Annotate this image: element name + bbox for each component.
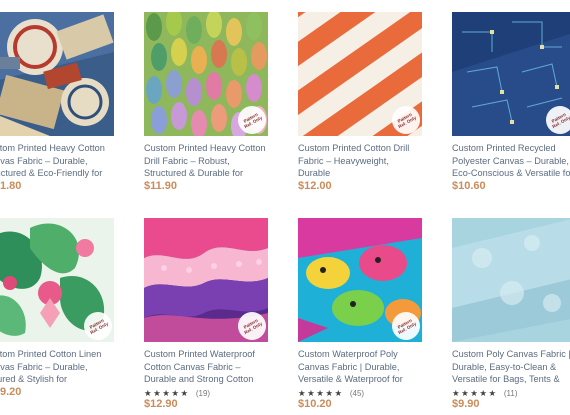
- product-title[interactable]: ustom Printed Heavy Cotton anvas Fabric …: [0, 142, 114, 180]
- product-title[interactable]: Custom Waterproof Poly Canvas Fabric | D…: [298, 348, 422, 386]
- product-image[interactable]: [0, 12, 114, 136]
- product-rating: ★★★★★ (45): [298, 388, 364, 398]
- product-rating: ★★★★★ (11): [452, 388, 517, 398]
- product-title[interactable]: Custom Printed Cotton Drill Fabric – Hea…: [298, 142, 422, 180]
- product-title[interactable]: Custom Printed Waterproof Cotton Canvas …: [144, 348, 268, 386]
- product-price: $10.20: [298, 398, 332, 410]
- star-rating-icon: ★★★★★: [452, 388, 498, 398]
- product-image[interactable]: Pattern Ref. Only: [0, 218, 114, 342]
- product-title[interactable]: Custom Printed Recycled Polyester Canvas…: [452, 142, 570, 180]
- product-price: 1.80: [0, 180, 22, 192]
- product-image[interactable]: Pattern Ref. Only: [298, 12, 422, 136]
- star-rating-icon: ★★★★★: [298, 388, 344, 398]
- product-title[interactable]: ustom Printed Cotton Linen anvas Fabric …: [0, 348, 114, 386]
- product-price: 9.20: [0, 386, 22, 398]
- product-title[interactable]: Custom Poly Canvas Fabric | Durable, Eas…: [452, 348, 570, 386]
- product-price: $9.90: [452, 398, 480, 410]
- review-count: (11): [503, 389, 518, 398]
- product-rating: ★★★★★ (19): [144, 388, 210, 398]
- product-image[interactable]: Pattern Ref. Only: [452, 12, 570, 136]
- product-price: $11.90: [144, 180, 178, 192]
- product-image[interactable]: Pattern Ref. Only: [144, 12, 268, 136]
- review-count: (19): [195, 389, 211, 398]
- product-image[interactable]: Pattern Ref. Only: [144, 218, 268, 342]
- product-image[interactable]: Pattern Ref. Only: [298, 218, 422, 342]
- star-rating-icon: ★★★★★: [144, 388, 190, 398]
- product-title[interactable]: Custom Printed Heavy Cotton Drill Fabric…: [144, 142, 268, 180]
- product-price: $10.60: [452, 180, 486, 192]
- product-price: $12.00: [298, 180, 332, 192]
- product-price: $12.90: [144, 398, 178, 410]
- review-count: (45): [349, 389, 365, 398]
- product-image[interactable]: [452, 218, 570, 342]
